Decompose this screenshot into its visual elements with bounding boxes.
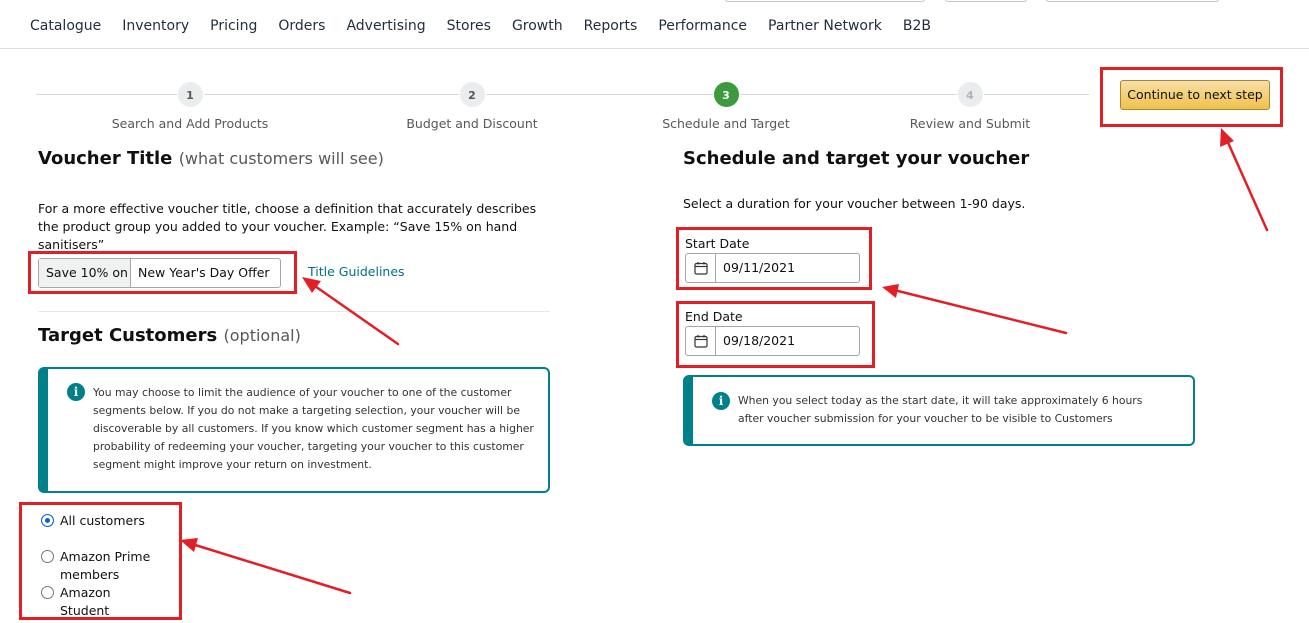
step-budget-and-discount[interactable]: 2 Budget and Discount xyxy=(352,81,592,131)
schedule-info-text: When you select today as the start date,… xyxy=(738,394,1143,425)
schedule-description: Select a duration for your voucher betwe… xyxy=(683,196,1026,211)
nav-item-orders[interactable]: Orders xyxy=(278,18,325,34)
step-search-and-add-products[interactable]: 1 Search and Add Products xyxy=(70,81,310,131)
step-schedule-and-target[interactable]: 3 Schedule and Target xyxy=(606,81,846,131)
nav-item-reports[interactable]: Reports xyxy=(584,18,638,34)
nav-item-catalogue[interactable]: Catalogue xyxy=(30,18,101,34)
target-info-box: i You may choose to limit the audience o… xyxy=(38,367,550,493)
header-dropdown-stub xyxy=(945,0,1027,2)
nav-item-growth[interactable]: Growth xyxy=(512,18,563,34)
nav-item-partner-network[interactable]: Partner Network xyxy=(768,18,882,34)
schedule-info-box: i When you select today as the start dat… xyxy=(683,375,1195,446)
nav-item-inventory[interactable]: Inventory xyxy=(122,18,189,34)
title-guidelines-link[interactable]: Title Guidelines xyxy=(308,264,405,279)
info-icon: i xyxy=(712,392,730,410)
step-number: 2 xyxy=(458,81,486,108)
header-field-stub xyxy=(1046,0,1219,2)
step-label: Budget and Discount xyxy=(406,116,538,131)
annotation-highlight-continue xyxy=(1100,67,1283,127)
annotation-highlight-start-date xyxy=(676,227,872,290)
schedule-heading: Schedule and target your voucher xyxy=(683,148,1030,169)
nav-menu: Catalogue Inventory Pricing Orders Adver… xyxy=(30,18,931,34)
info-icon: i xyxy=(67,383,85,401)
step-number: 3 xyxy=(712,81,740,108)
step-number: 4 xyxy=(956,81,984,108)
nav-item-stores[interactable]: Stores xyxy=(447,18,491,34)
annotation-highlight-radio xyxy=(19,502,182,620)
nav-item-advertising[interactable]: Advertising xyxy=(346,18,425,34)
step-label: Review and Submit xyxy=(909,116,1031,131)
target-customers-heading-text: Target Customers xyxy=(38,325,218,346)
target-customers-heading: Target Customers (optional) xyxy=(38,325,301,346)
target-customers-heading-sub: (optional) xyxy=(223,326,301,345)
top-navigation: Catalogue Inventory Pricing Orders Adver… xyxy=(0,0,1309,49)
step-label: Schedule and Target xyxy=(662,116,790,131)
target-info-text: You may choose to limit the audience of … xyxy=(93,386,534,471)
nav-item-performance[interactable]: Performance xyxy=(658,18,747,34)
header-search-stub xyxy=(725,0,925,2)
step-number: 1 xyxy=(176,81,204,108)
step-label: Search and Add Products xyxy=(111,116,269,131)
annotation-highlight-title xyxy=(28,251,297,294)
nav-item-b2b[interactable]: B2B xyxy=(903,18,931,34)
annotation-highlight-end-date xyxy=(676,301,875,368)
nav-item-pricing[interactable]: Pricing xyxy=(210,18,257,34)
voucher-title-heading: Voucher Title (what customers will see) xyxy=(38,148,384,169)
voucher-title-heading-text: Voucher Title xyxy=(38,148,173,169)
step-review-and-submit: 4 Review and Submit xyxy=(850,81,1090,131)
voucher-title-description: For a more effective voucher title, choo… xyxy=(38,201,537,252)
progress-stepper: 1 Search and Add Products 2 Budget and D… xyxy=(36,81,1089,131)
section-divider xyxy=(38,311,550,312)
voucher-title-heading-sub: (what customers will see) xyxy=(178,149,384,168)
